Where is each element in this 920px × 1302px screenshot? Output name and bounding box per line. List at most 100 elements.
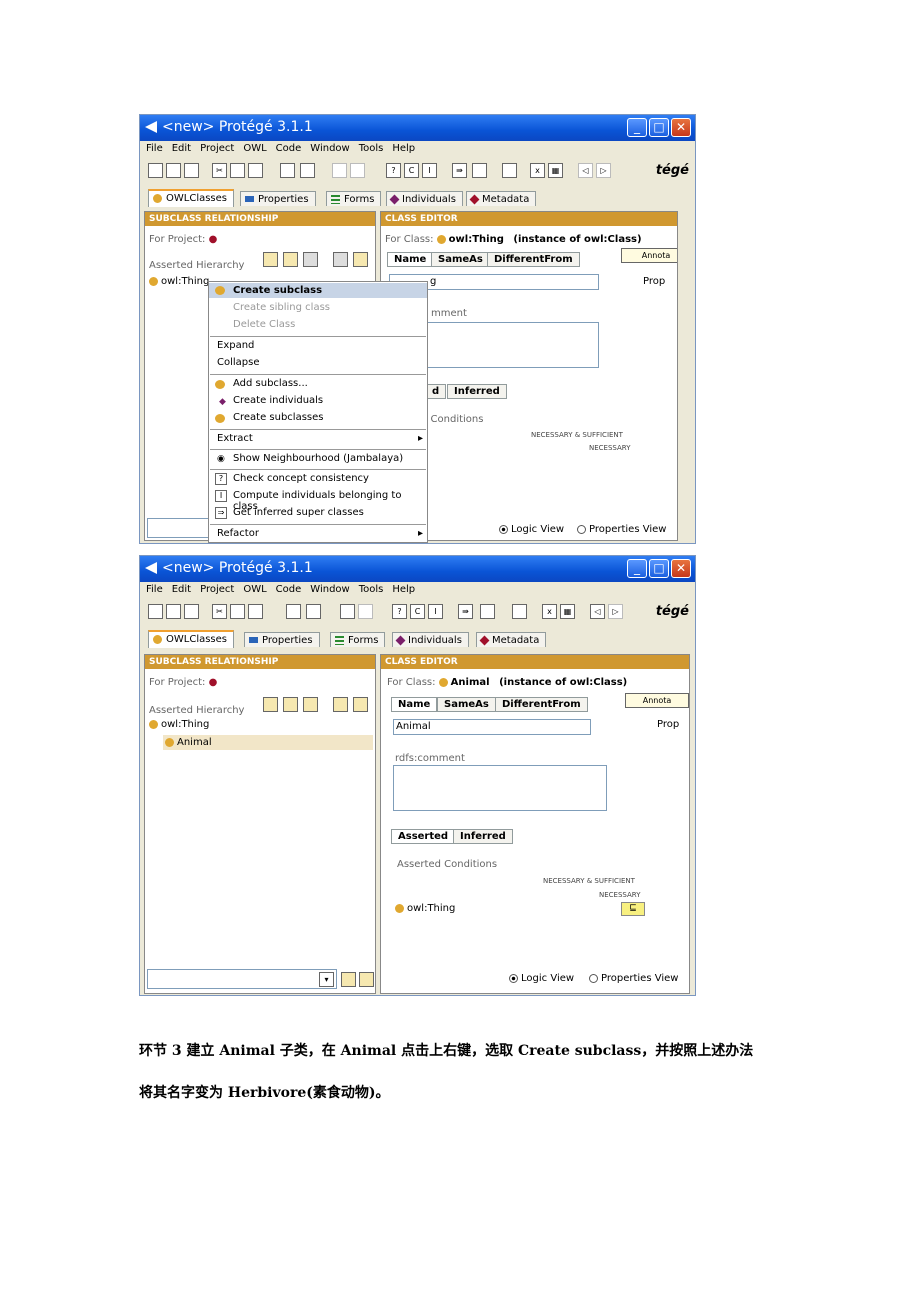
check-consistency-icon[interactable]: ? <box>392 604 407 619</box>
find-next-icon[interactable] <box>353 252 368 267</box>
menu-item-create-sibling[interactable]: Create sibling class <box>233 302 330 313</box>
import-icon[interactable] <box>286 604 301 619</box>
tab-forms[interactable]: Forms <box>326 191 382 206</box>
menu-window[interactable]: Window <box>310 141 349 157</box>
delete-class-icon[interactable] <box>303 697 318 712</box>
tab-differentfrom[interactable]: DifferentFrom <box>495 697 588 712</box>
minimize-button[interactable]: _ <box>627 559 647 578</box>
cut-icon[interactable]: ✂ <box>212 604 227 619</box>
owl-tests-icon[interactable]: ⇛ <box>458 604 473 619</box>
tab-name[interactable]: Name <box>387 252 434 267</box>
menu-code[interactable]: Code <box>276 582 302 598</box>
dropdown-arrow-icon[interactable]: ▾ <box>319 972 334 987</box>
tab-properties[interactable]: Properties <box>240 191 316 206</box>
paste-icon[interactable] <box>248 604 263 619</box>
menu-window[interactable]: Window <box>310 582 349 598</box>
name-field[interactable]: Animal <box>393 719 591 735</box>
logic-view-radio[interactable]: Logic View <box>499 524 564 535</box>
menu-edit[interactable]: Edit <box>172 141 191 157</box>
menu-help[interactable]: Help <box>392 141 415 157</box>
menu-item-refactor[interactable]: Refactor <box>217 528 259 539</box>
menu-item-create-subclasses[interactable]: Create subclasses <box>233 412 324 423</box>
redo-icon[interactable] <box>350 163 365 178</box>
table-icon[interactable]: ▦ <box>560 604 575 619</box>
menu-help[interactable]: Help <box>392 582 415 598</box>
tab-metadata[interactable]: Metadata <box>476 632 547 647</box>
menu-file[interactable]: File <box>146 582 163 598</box>
classify-icon[interactable]: C <box>404 163 419 178</box>
export-icon[interactable] <box>306 604 321 619</box>
classify-icon[interactable]: C <box>410 604 425 619</box>
comment-field[interactable] <box>421 322 599 368</box>
undo-icon[interactable] <box>340 604 355 619</box>
close-tab-icon[interactable]: x <box>542 604 557 619</box>
open-file-icon[interactable] <box>166 163 181 178</box>
close-button[interactable]: ✕ <box>671 118 691 137</box>
menu-owl[interactable]: OWL <box>243 582 266 598</box>
tab-metadata[interactable]: Metadata <box>466 191 537 206</box>
tree-item-owl-thing[interactable]: owl:Thing <box>149 276 209 287</box>
tab-inferred[interactable]: Inferred <box>453 829 513 844</box>
menu-tools[interactable]: Tools <box>359 582 384 598</box>
create-subclass-icon[interactable] <box>263 252 278 267</box>
tab-sameas[interactable]: SameAs <box>437 697 496 712</box>
close-tab-icon[interactable]: x <box>530 163 545 178</box>
table-icon[interactable]: ▦ <box>548 163 563 178</box>
find-binoculars-icon[interactable] <box>341 972 356 987</box>
tab-owlclasses[interactable]: OWLClasses <box>148 630 235 648</box>
check-consistency-icon[interactable]: ? <box>386 163 401 178</box>
menu-item-extract[interactable]: Extract <box>217 433 253 444</box>
menu-owl[interactable]: OWL <box>243 141 266 157</box>
tab-individuals[interactable]: Individuals <box>392 632 469 647</box>
subclass-symbol-badge[interactable]: ⊑ <box>621 902 645 916</box>
query-icon[interactable] <box>502 163 517 178</box>
menu-item-create-individuals[interactable]: Create individuals <box>233 395 323 406</box>
tab-individuals[interactable]: Individuals <box>386 191 463 206</box>
new-file-icon[interactable] <box>148 163 163 178</box>
maximize-button[interactable]: □ <box>649 559 669 578</box>
import-icon[interactable] <box>280 163 295 178</box>
new-file-icon[interactable] <box>148 604 163 619</box>
menu-item-create-subclass[interactable]: Create subclass <box>233 285 322 296</box>
properties-view-radio[interactable]: Properties View <box>577 524 666 535</box>
logic-view-radio[interactable]: Logic View <box>509 973 574 984</box>
tab-differentfrom[interactable]: DifferentFrom <box>487 252 580 267</box>
save-icon[interactable] <box>184 163 199 178</box>
tab-sameas[interactable]: SameAs <box>431 252 490 267</box>
cut-icon[interactable]: ✂ <box>212 163 227 178</box>
owl-tests-icon[interactable]: ⇛ <box>452 163 467 178</box>
save-icon[interactable] <box>184 604 199 619</box>
delete-class-icon[interactable] <box>303 252 318 267</box>
menu-item-collapse[interactable]: Collapse <box>217 357 260 368</box>
compute-inferred-icon[interactable]: I <box>422 163 437 178</box>
dig-icon[interactable] <box>472 163 487 178</box>
create-subclass-icon[interactable] <box>263 697 278 712</box>
forward-icon[interactable]: ▷ <box>608 604 623 619</box>
query-icon[interactable] <box>512 604 527 619</box>
tree-item-owl-thing[interactable]: owl:Thing <box>149 719 209 730</box>
find-icon[interactable] <box>333 697 348 712</box>
tab-asserted[interactable]: Asserted <box>391 829 456 844</box>
create-sibling-icon[interactable] <box>283 252 298 267</box>
menu-code[interactable]: Code <box>276 141 302 157</box>
menu-item-show-neighbourhood[interactable]: Show Neighbourhood (Jambalaya) <box>233 453 403 464</box>
find-next-icon[interactable] <box>353 697 368 712</box>
maximize-button[interactable]: □ <box>649 118 669 137</box>
export-icon[interactable] <box>300 163 315 178</box>
menu-edit[interactable]: Edit <box>172 582 191 598</box>
paste-icon[interactable] <box>248 163 263 178</box>
compute-inferred-icon[interactable]: I <box>428 604 443 619</box>
menu-file[interactable]: File <box>146 141 163 157</box>
menu-item-delete-class[interactable]: Delete Class <box>233 319 295 330</box>
back-icon[interactable]: ◁ <box>590 604 605 619</box>
dig-icon[interactable] <box>480 604 495 619</box>
hierarchy-icon[interactable] <box>359 972 374 987</box>
back-icon[interactable]: ◁ <box>578 163 593 178</box>
undo-icon[interactable] <box>332 163 347 178</box>
properties-view-radio[interactable]: Properties View <box>589 973 678 984</box>
menu-item-expand[interactable]: Expand <box>217 340 254 351</box>
menu-item-add-subclass[interactable]: Add subclass... <box>233 378 308 389</box>
menu-tools[interactable]: Tools <box>359 141 384 157</box>
redo-icon[interactable] <box>358 604 373 619</box>
tree-item-animal[interactable]: Animal <box>163 735 373 750</box>
